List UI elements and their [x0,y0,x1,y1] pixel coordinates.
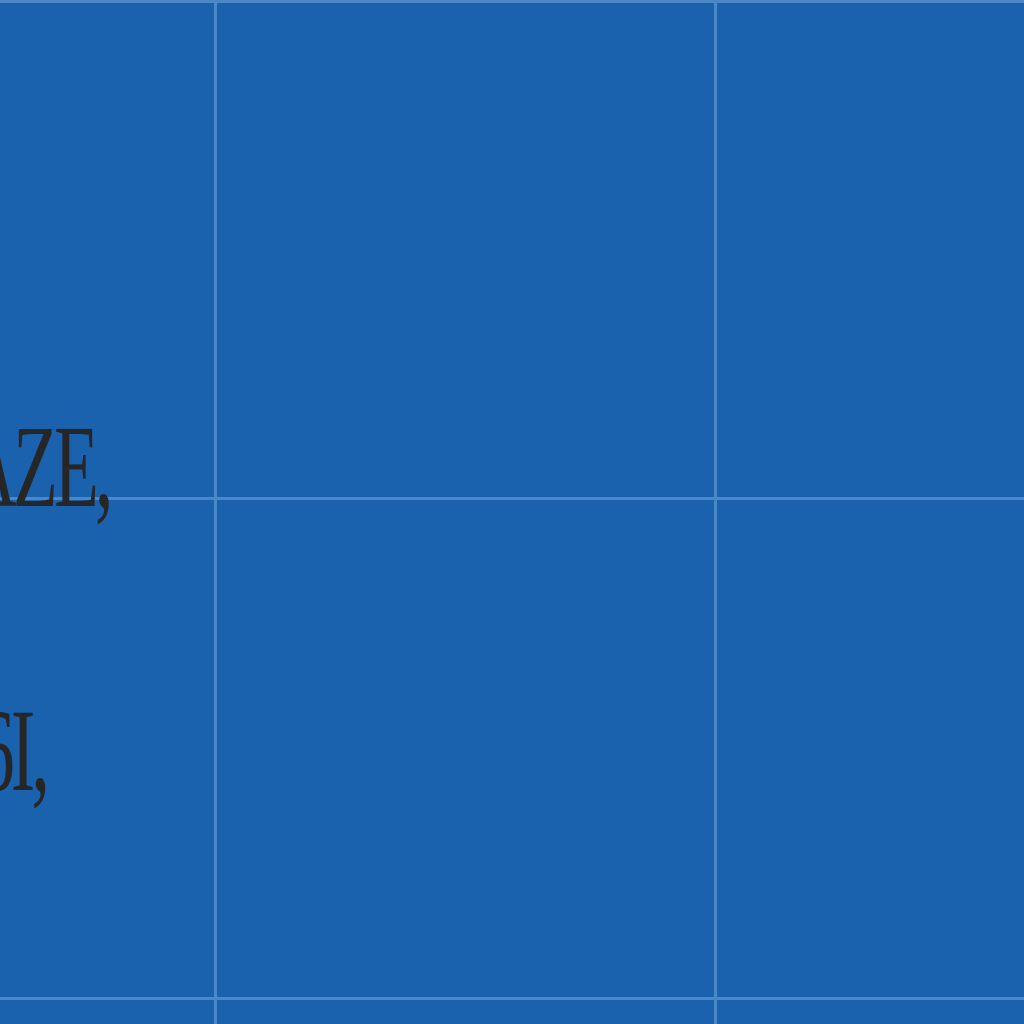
cell-text-row2: 6I, [0,685,50,816]
grid-line-top [0,0,1024,3]
grid-line-middle [0,497,1024,500]
cell-text-row1: AZE, [0,401,113,532]
grid-line-bottom [0,997,1024,1000]
grid-line-right [714,0,717,1024]
canvas: AZE, 6I, [0,0,1024,1024]
grid-line-left [214,0,217,1024]
